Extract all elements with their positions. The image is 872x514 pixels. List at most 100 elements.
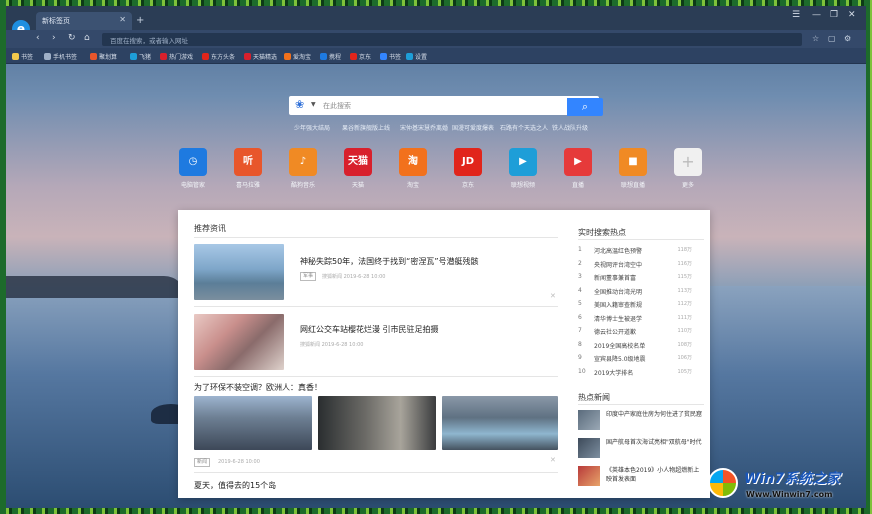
hot-news-item[interactable]: 《英雄本色2019》小人物超燃新上映首发表面 <box>578 466 704 490</box>
background-landmass <box>6 276 186 298</box>
ranking-item[interactable]: 8 2019全国高校名单 108万 <box>578 341 698 354</box>
gallery-image[interactable] <box>442 396 558 450</box>
app-tile[interactable]: ▶ 联想视频 <box>501 148 545 189</box>
hotword-link[interactable]: 果谷新旗舰版上线 <box>342 123 390 132</box>
menu-icon[interactable]: ☰ <box>792 10 800 20</box>
bookmark-item[interactable]: 爱淘宝 <box>284 52 311 61</box>
app-tile[interactable]: ◷ 电脑管家 <box>171 148 215 189</box>
article-meta: 搜狐新闻 2019-6-28 10:00 <box>322 274 386 280</box>
app-label: 京东 <box>461 182 474 189</box>
content-panel: 推荐资讯 神秘失踪50年，法国终于找到“密涅瓦”号潜艇残骸 军事 搜狐新闻 20… <box>178 210 710 498</box>
gallery-tag: 新闻 <box>194 458 211 467</box>
app-tile[interactable]: ▶ 直播 <box>556 148 600 189</box>
hot-news-text: 印度中产家庭住房为何住进了贫民窟 <box>606 411 703 418</box>
rank-text: 新闻董事兼首富 <box>594 275 637 282</box>
back-icon[interactable]: ‹ <box>36 33 40 43</box>
app-tile[interactable]: 天猫 天猫 <box>336 148 380 189</box>
bookmark-item[interactable]: 书签 <box>12 52 33 61</box>
bookmark-item[interactable]: 携程 <box>320 52 341 61</box>
article-title[interactable]: 网红公交车站樱花烂漫 引市民驻足拍摄 <box>300 324 439 335</box>
gallery-image[interactable] <box>318 396 436 450</box>
refresh-icon[interactable]: ↻ <box>68 33 76 43</box>
browser-screen: 新标签页 ✕ + ☰ — ❐ ✕ e ‹ › ↻ ⌂ 百度在搜索，或者输入网址 … <box>6 6 866 508</box>
bookmark-item[interactable]: 热门游戏 <box>160 52 193 61</box>
bookmark-item[interactable]: 天猫精选 <box>244 52 277 61</box>
article-thumbnail[interactable] <box>194 314 284 370</box>
favorite-icon[interactable]: ☆ <box>812 34 819 43</box>
bookmark-item[interactable]: 飞猪 <box>130 52 151 61</box>
bookmark-item[interactable]: 京东 <box>350 52 371 61</box>
bookmark-item[interactable]: 东方头条 <box>202 52 235 61</box>
address-bar[interactable]: 百度在搜索，或者输入网址 <box>102 33 802 46</box>
new-tab-icon[interactable]: + <box>136 15 144 26</box>
search-icon: ⌕ <box>581 100 589 113</box>
gallery-meta: 2019-6-28 10:00 <box>218 459 260 465</box>
app-tile[interactable]: JD 京东 <box>446 148 490 189</box>
rank-count: 111万 <box>677 314 692 321</box>
bookmark-item[interactable]: 手机书签 <box>44 52 77 61</box>
app-tile[interactable]: 听喜马拉雅 <box>226 148 270 189</box>
rank-number: 3 <box>578 273 582 280</box>
ranking-item[interactable]: 5 美国入籍审查新规 112万 <box>578 300 698 313</box>
bookmark-item[interactable]: 聚划算 <box>90 52 117 61</box>
restore-icon[interactable]: ❐ <box>830 10 838 20</box>
article-title[interactable]: 神秘失踪50年，法国终于找到“密涅瓦”号潜艇残骸 <box>300 256 478 267</box>
divider <box>194 472 558 473</box>
home-icon[interactable]: ⌂ <box>84 33 90 43</box>
forward-icon[interactable]: › <box>52 33 56 43</box>
hotword-link[interactable]: 铁人战队升级 <box>552 123 588 132</box>
rank-number: 6 <box>578 313 582 321</box>
settings-icon[interactable]: ⚙ <box>844 34 851 43</box>
article-thumbnail[interactable] <box>194 244 284 300</box>
gallery-title[interactable]: 为了环保不装空调？欧洲人：真香！ <box>194 382 322 393</box>
rank-number: 8 <box>578 340 582 348</box>
minimize-icon[interactable]: — <box>812 10 821 20</box>
ranking-item[interactable]: 3 新闻董事兼首富 115万 <box>578 273 698 286</box>
extensions-icon[interactable]: ▢ <box>828 34 836 43</box>
ranking-item[interactable]: 9 宣宾县降5.0级地震 106万 <box>578 354 698 367</box>
hotword-link[interactable]: 宋仲基宋慧乔离婚 <box>400 123 448 132</box>
navigation-bar: ‹ › ↻ ⌂ 百度在搜索，或者输入网址 ☆ ▢ ⚙ <box>6 30 866 48</box>
bookmark-item[interactable]: 书签 <box>380 52 401 61</box>
search-box[interactable]: ❀ ▼ 在此搜索 <box>289 96 599 115</box>
ranking-item[interactable]: 4 全国推动台湾光明 113万 <box>578 287 698 300</box>
ranking-item[interactable]: 2 央视网评台湾空中 116万 <box>578 260 698 273</box>
rank-text: 清华博士生被退学 <box>594 315 643 323</box>
ranking-item[interactable]: 1 河北高温红色预警 118万 <box>578 246 698 259</box>
close-tab-icon[interactable]: ✕ <box>119 15 126 24</box>
ranking-item[interactable]: 7 德云社公开道歉 110万 <box>578 327 698 340</box>
divider <box>578 239 704 240</box>
hotword-link[interactable]: 国漫可爱度爆表 <box>452 123 494 132</box>
plus-icon: + <box>674 148 702 176</box>
app-tile[interactable]: 淘淘宝 <box>391 148 435 189</box>
search-button[interactable]: ⌕ <box>567 98 603 116</box>
hot-news-item[interactable]: 印度中产家庭住房为何住进了贫民窟 <box>578 410 704 434</box>
hotword-link[interactable]: 石路有个天选之人 <box>500 123 548 132</box>
chevron-down-icon[interactable]: ▼ <box>311 101 316 108</box>
article-title[interactable]: 夏天，值得去的15个岛 <box>194 480 276 491</box>
divider <box>578 404 704 405</box>
app-tile[interactable]: + 更多 <box>666 148 710 189</box>
divider <box>194 376 558 377</box>
dismiss-icon[interactable]: ✕ <box>550 456 556 464</box>
app-label: 电脑管家 <box>180 182 205 189</box>
hotword-link[interactable]: 少年强大结局 <box>294 123 330 132</box>
close-window-icon[interactable]: ✕ <box>848 10 856 20</box>
tab-new-tab[interactable]: 新标签页 ✕ <box>36 12 132 30</box>
app-tile[interactable]: ♪ 酷狗音乐 <box>281 148 325 189</box>
rank-text: 全国推动台湾光明 <box>594 288 643 296</box>
app-tile[interactable]: ■ 联想直播 <box>611 148 655 189</box>
rank-count: 110万 <box>677 328 692 334</box>
rank-number: 5 <box>578 300 582 307</box>
video-play-icon: ▶ <box>509 148 537 176</box>
gallery-image[interactable] <box>194 396 312 450</box>
ranking-item[interactable]: 10 2019大学排名 105万 <box>578 368 698 381</box>
dismiss-icon[interactable]: ✕ <box>550 292 556 300</box>
taobao-icon: 淘 <box>399 148 427 176</box>
ranking-item[interactable]: 6 清华博士生被退学 111万 <box>578 314 698 327</box>
bookmark-item[interactable]: 设置 <box>406 52 427 61</box>
app-label: 天猫 <box>351 182 364 189</box>
himalaya-icon: 听 <box>234 148 262 176</box>
hot-news-item[interactable]: 国产航母首次海试亮相"双航母"时代 <box>578 438 704 462</box>
watermark-brand: Win7系统之家 <box>744 471 840 487</box>
